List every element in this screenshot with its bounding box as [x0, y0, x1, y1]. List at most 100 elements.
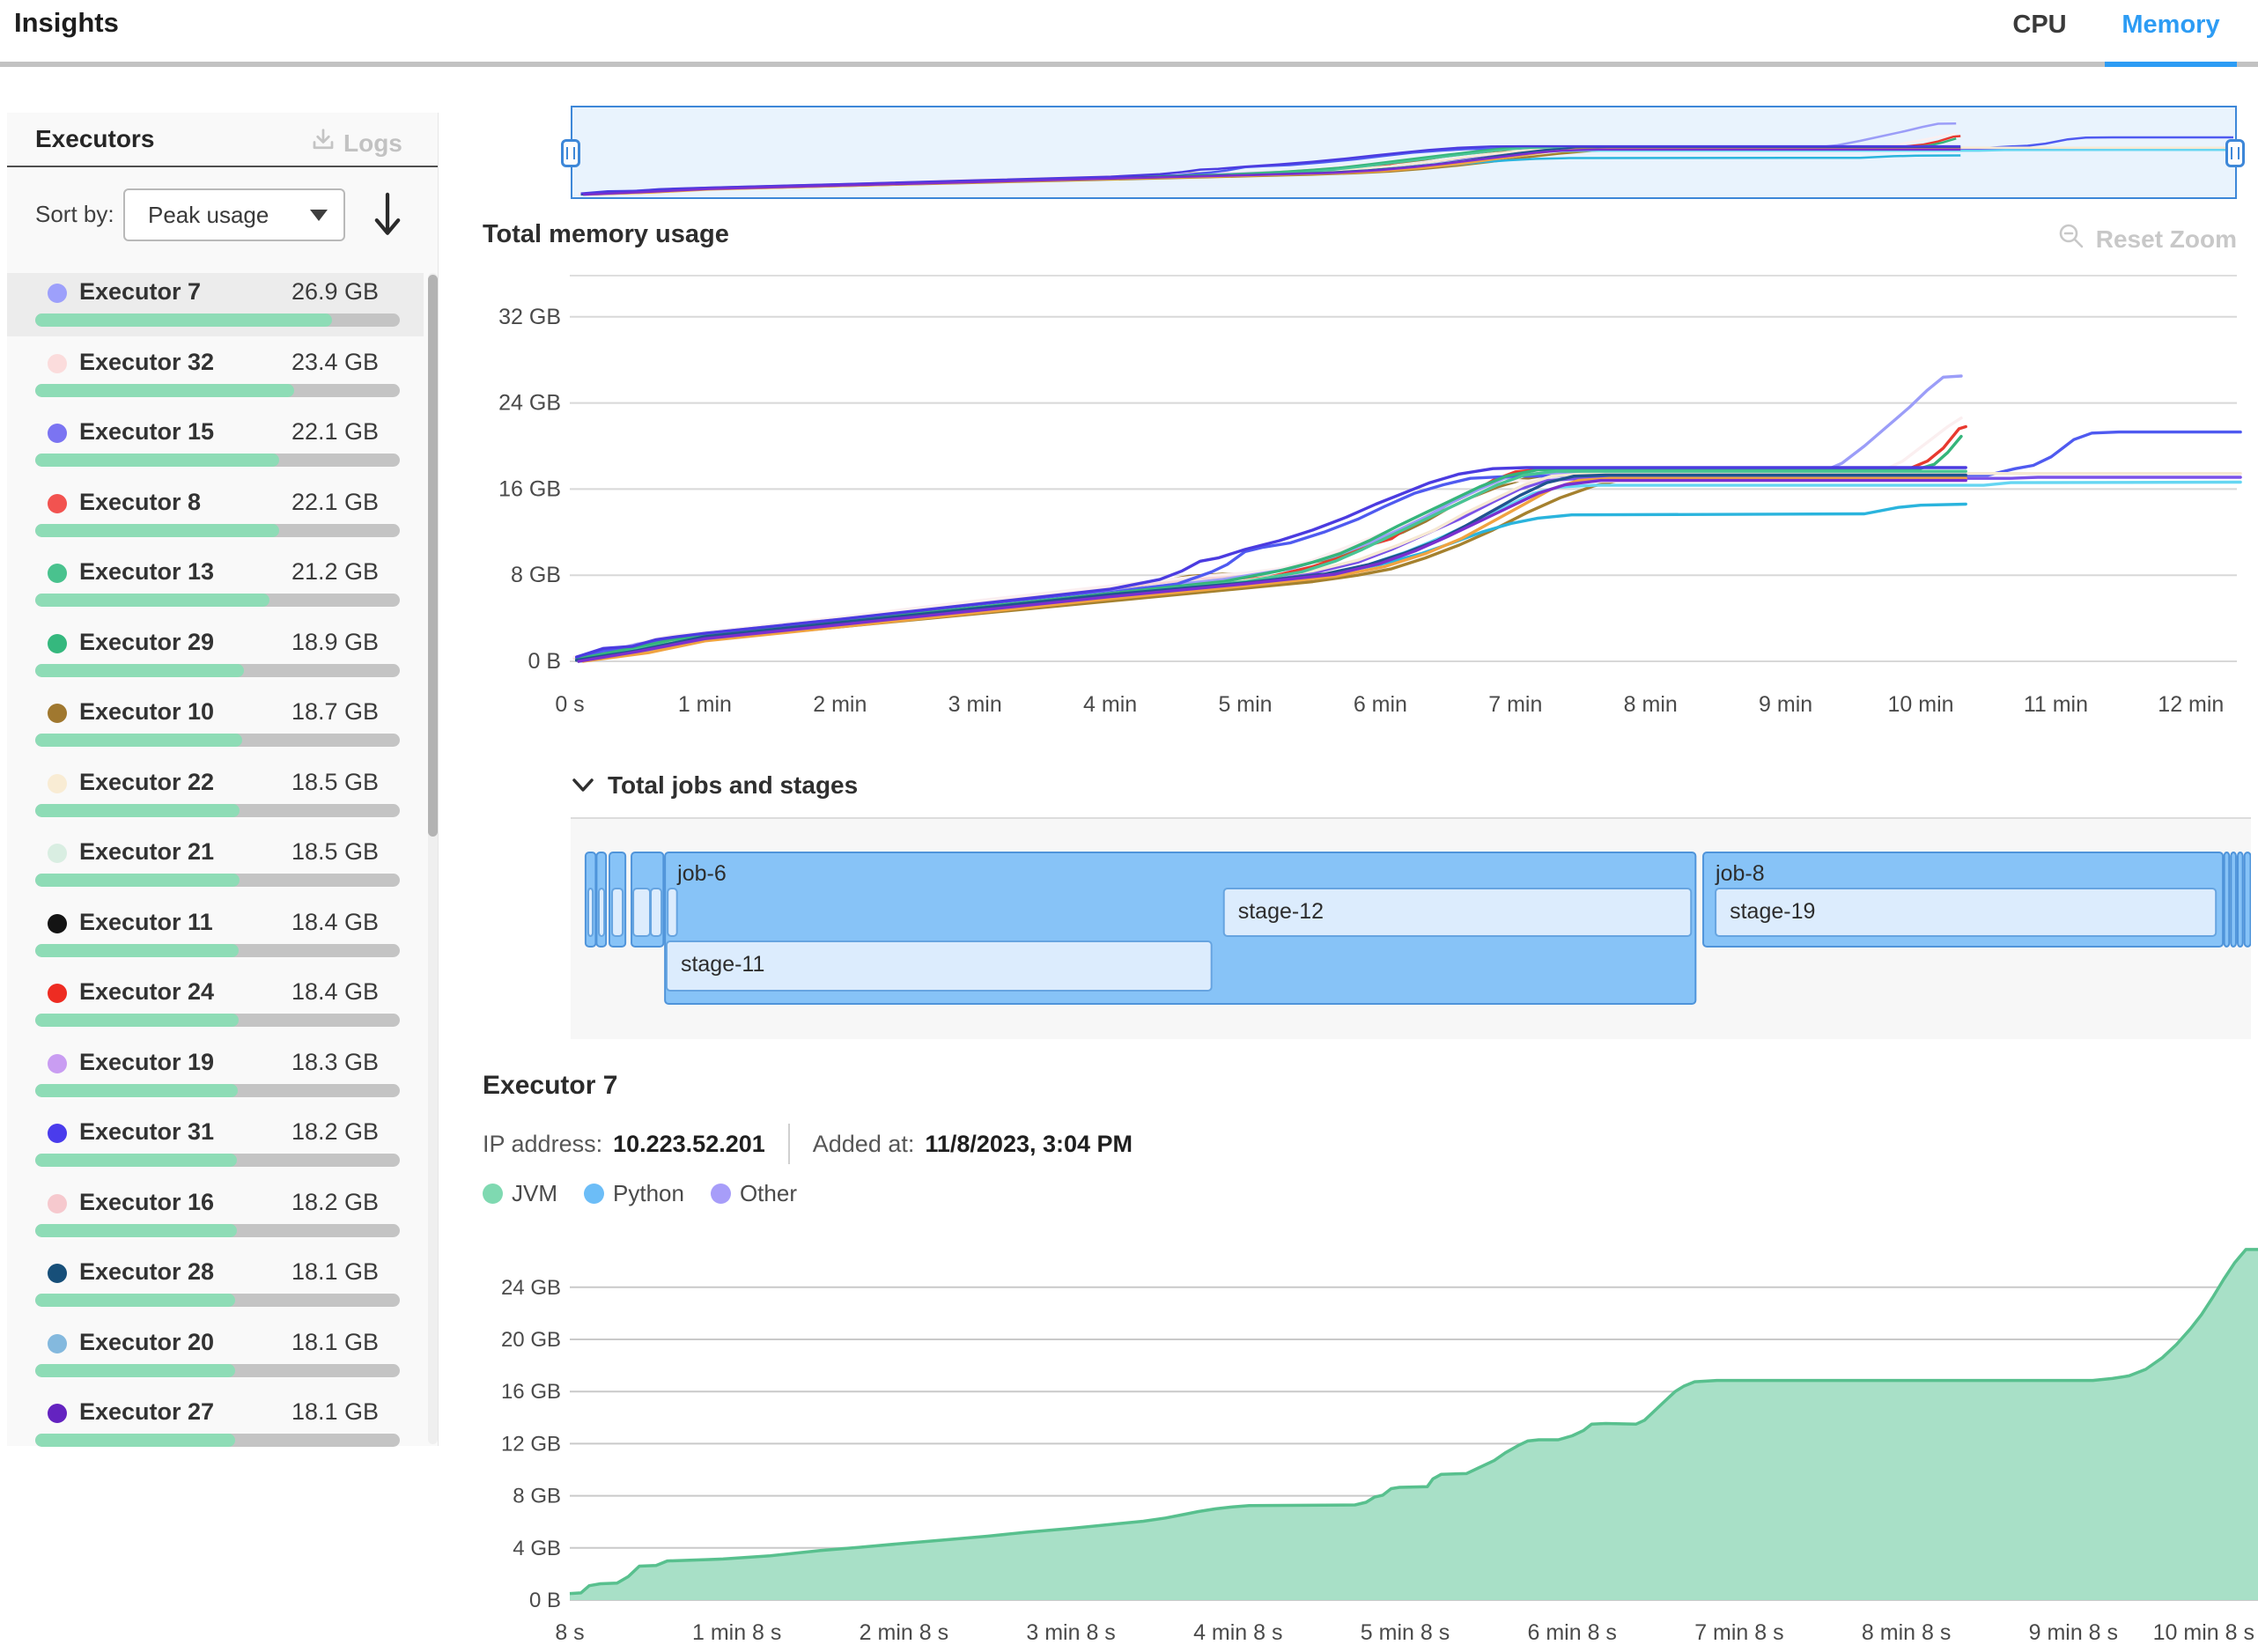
y-axis-tick-label: 8 GB	[511, 563, 561, 587]
stage-bar[interactable]	[612, 889, 623, 936]
stage-label: stage-11	[681, 952, 764, 977]
executor-list-item[interactable]: Executor 3118.2 GB	[7, 1113, 424, 1176]
executor-color-dot	[48, 1334, 67, 1353]
executor-name: Executor 29	[79, 629, 214, 656]
x-axis-tick-label: 8 min 8 s	[1862, 1620, 1951, 1645]
overview-series-executor-lightcyan	[583, 150, 2233, 195]
stage-bar[interactable]	[668, 889, 676, 936]
executor-color-dot	[48, 704, 67, 723]
x-axis-tick-label: 10 min	[1887, 692, 1953, 717]
tab-memory[interactable]: Memory	[2105, 5, 2237, 44]
executor-usage-bar	[35, 313, 400, 327]
executor-name: Executor 13	[79, 558, 214, 586]
sort-by-label: Sort by:	[35, 201, 114, 228]
job-bar[interactable]	[2245, 852, 2251, 947]
legend-entry[interactable]: Other	[711, 1180, 797, 1207]
y-axis-tick-label: 24 GB	[501, 1276, 561, 1300]
x-axis-tick-label: 3 min 8 s	[1026, 1620, 1115, 1645]
zoom-brush-overview[interactable]	[571, 106, 2237, 199]
executor-usage-bar-fill	[35, 1364, 235, 1377]
executor-peak-value: 22.1 GB	[218, 418, 379, 446]
memory-series-executor-cream	[577, 474, 2240, 660]
executor-peak-value: 18.1 GB	[218, 1329, 379, 1356]
sort-select[interactable]: Peak usage	[123, 188, 345, 241]
sort-direction-button[interactable]	[368, 190, 407, 240]
executor-peak-value: 18.7 GB	[218, 698, 379, 726]
memory-type-legend: JVM Python Other	[483, 1180, 797, 1207]
stage-bar[interactable]	[599, 889, 604, 936]
stage-bar[interactable]	[633, 889, 650, 936]
executor-list-item[interactable]: Executor 3223.4 GB	[7, 343, 424, 407]
executor-usage-bar	[35, 874, 400, 887]
executor-list-item[interactable]: Executor 2218.5 GB	[7, 763, 424, 827]
executor-usage-bar	[35, 594, 400, 607]
executor-list-item[interactable]: Executor 2718.1 GB	[7, 1393, 424, 1457]
executor-memory-area-chart[interactable]: 24 GB20 GB16 GB12 GB8 GB4 GB0 B8 s1 min …	[476, 1233, 2258, 1652]
x-axis-tick-label: 6 min	[1354, 692, 1407, 717]
reset-zoom-button[interactable]: Reset Zoom	[2043, 222, 2237, 256]
stage-bar[interactable]	[588, 889, 593, 936]
tab-cpu[interactable]: CPU	[1999, 5, 2080, 44]
x-axis-tick-label: 9 min	[1759, 692, 1812, 717]
executor-list-item[interactable]: Executor 2118.5 GB	[7, 833, 424, 896]
executor-list-item[interactable]: Executor 2918.9 GB	[7, 623, 424, 687]
y-axis-tick-label: 32 GB	[498, 305, 561, 329]
job-bar[interactable]	[2231, 852, 2236, 947]
executor-usage-bar	[35, 1224, 400, 1237]
executor-list-item[interactable]: Executor 2018.1 GB	[7, 1324, 424, 1387]
executor-list-item[interactable]: Executor 2418.4 GB	[7, 973, 424, 1036]
executor-usage-bar-fill	[35, 384, 294, 397]
executor-list-item[interactable]: Executor 2818.1 GB	[7, 1253, 424, 1316]
y-axis-tick-label: 24 GB	[498, 391, 561, 416]
executor-color-dot	[48, 1404, 67, 1423]
x-axis-tick-label: 4 min 8 s	[1193, 1620, 1282, 1645]
total-memory-chart[interactable]: 32 GB24 GB16 GB8 GB0 B0 s1 min2 min3 min…	[476, 264, 2258, 731]
executor-color-dot	[48, 914, 67, 933]
jobs-stages-toggle[interactable]: Total jobs and stages	[571, 771, 858, 800]
executor-usage-bar-fill	[35, 594, 269, 607]
job-bar[interactable]	[2225, 852, 2230, 947]
executor-list-item[interactable]: Executor 1522.1 GB	[7, 413, 424, 476]
overview-series-executor-purple	[583, 149, 2233, 195]
executor-peak-value: 26.9 GB	[218, 278, 379, 306]
executor-name: Executor 28	[79, 1258, 214, 1286]
legend-dot-icon	[711, 1184, 731, 1204]
executor-usage-bar	[35, 664, 400, 677]
executor-list-item[interactable]: Executor 726.9 GB	[7, 273, 424, 336]
executor-list-item[interactable]: Executor 1018.7 GB	[7, 693, 424, 756]
job-label: job-6	[676, 861, 727, 886]
y-axis-tick-label: 0 B	[529, 1589, 561, 1612]
y-axis-tick-label: 4 GB	[513, 1537, 561, 1560]
executor-list-item[interactable]: Executor 1321.2 GB	[7, 553, 424, 616]
sidebar-scrollbar-thumb[interactable]	[428, 275, 438, 837]
brush-handle-left[interactable]	[561, 139, 580, 167]
brush-handle-right[interactable]	[2225, 139, 2245, 167]
executor-list-item[interactable]: Executor 822.1 GB	[7, 483, 424, 547]
ip-address-value: 10.223.52.201	[613, 1131, 765, 1158]
y-axis-tick-label: 12 GB	[501, 1432, 561, 1456]
executor-peak-value: 18.4 GB	[218, 909, 379, 936]
executor-name: Executor 27	[79, 1398, 214, 1426]
executor-list-item[interactable]: Executor 1918.3 GB	[7, 1044, 424, 1107]
executor-color-dot	[48, 634, 67, 653]
executor-list-item[interactable]: Executor 1118.4 GB	[7, 903, 424, 967]
jobs-stages-gantt[interactable]: job-6stage-12stage-11job-8stage-19	[571, 819, 2251, 1039]
job-bar[interactable]	[2238, 852, 2243, 947]
added-at-label: Added at:	[813, 1131, 915, 1158]
jobs-stages-panel: job-6stage-12stage-11job-8stage-19	[571, 817, 2251, 1039]
executor-peak-value: 18.3 GB	[218, 1049, 379, 1076]
executor-peak-value: 18.5 GB	[218, 769, 379, 796]
job-label: job-8	[1715, 861, 1765, 886]
legend-entry[interactable]: JVM	[483, 1180, 557, 1207]
sidebar-divider	[7, 166, 438, 167]
download-logs-button[interactable]: Logs	[310, 127, 402, 159]
stage-bar[interactable]	[651, 889, 661, 936]
memory-series-executor-lightcyan	[579, 483, 2240, 662]
header-divider	[0, 62, 2258, 67]
legend-entry[interactable]: Python	[584, 1180, 684, 1207]
executor-list-item[interactable]: Executor 1618.2 GB	[7, 1184, 424, 1247]
executor-usage-bar	[35, 454, 400, 467]
x-axis-tick-label: 12 min	[2158, 692, 2224, 717]
executor-color-dot	[48, 1194, 67, 1213]
memory-series-executor-periwinkle	[577, 376, 1961, 660]
